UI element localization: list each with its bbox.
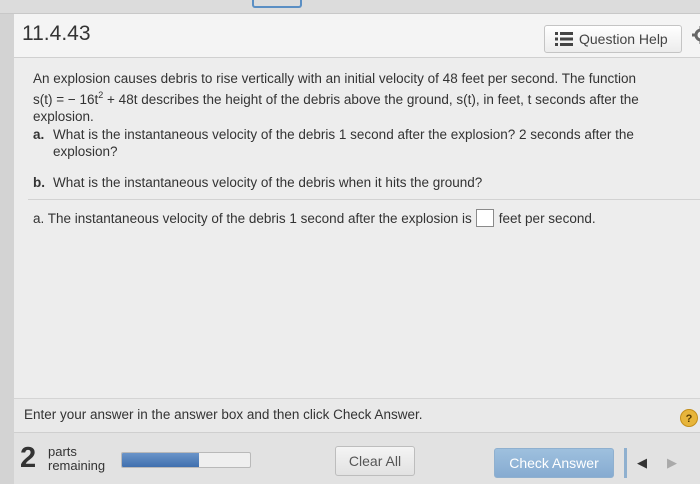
question-help-button[interactable]: Question Help [544, 25, 682, 53]
answer-prefix: a. The instantaneous velocity of the deb… [33, 210, 472, 226]
part-b: b. What is the instantaneous velocity of … [33, 174, 653, 191]
answer-input[interactable] [475, 209, 494, 227]
parts-remaining-count: 2 [20, 442, 37, 474]
help-question-icon[interactable]: ? [680, 409, 698, 427]
progress-bar [121, 452, 251, 468]
instruction-text: Enter your answer in the answer box and … [24, 407, 423, 422]
parts-label-line-2: remaining [48, 458, 106, 473]
check-answer-button[interactable]: Check Answer [494, 448, 614, 478]
part-a: a. What is the instantaneous velocity of … [33, 126, 653, 160]
question-help-label: Question Help [579, 31, 668, 47]
browser-top-strip [0, 0, 700, 14]
previous-question-button[interactable]: ◀ [627, 448, 657, 478]
gear-icon[interactable] [692, 26, 700, 44]
part-b-text: What is the instantaneous velocity of th… [53, 175, 483, 190]
instruction-bar: Enter your answer in the answer box and … [14, 398, 700, 432]
question-content: An explosion causes debris to rise verti… [14, 58, 700, 398]
list-icon [555, 32, 573, 46]
function-part-2: + 48t describes the height of the debris… [103, 92, 639, 107]
part-a-label: a. [33, 127, 45, 142]
parts-remaining-label: parts remaining [48, 445, 105, 473]
cut-off-tab[interactable] [252, 0, 302, 8]
progress-bar-fill [122, 453, 199, 467]
answer-suffix: feet per second. [498, 210, 596, 226]
function-part-1: s(t) = − 16t [33, 92, 99, 107]
intro-line-2: s(t) = − 16t2 + 48t describes the height… [33, 87, 663, 108]
clear-all-button[interactable]: Clear All [335, 446, 415, 476]
question-header: 11.4.43 Question Help [14, 14, 700, 58]
left-gutter [0, 14, 14, 484]
intro-line-1: An explosion causes debris to rise verti… [33, 71, 637, 86]
part-b-label: b. [33, 175, 45, 190]
problem-number: 11.4.43 [22, 22, 91, 45]
answer-line: a. The instantaneous velocity of the deb… [33, 209, 596, 227]
part-a-text: What is the instantaneous velocity of th… [53, 127, 634, 159]
next-question-button[interactable]: ▶ [657, 448, 687, 478]
parts-label-line-1: parts [48, 444, 77, 459]
intro-line-3: explosion. [33, 109, 94, 124]
gear-icon-svg [692, 26, 700, 44]
page: 11.4.43 Question Help An explosion cause… [0, 0, 700, 484]
divider [28, 199, 700, 200]
question-intro: An explosion causes debris to rise verti… [33, 70, 663, 125]
footer: 2 parts remaining Clear All Check Answer… [14, 432, 700, 484]
question-nav: ◀ ▶ [624, 448, 700, 478]
